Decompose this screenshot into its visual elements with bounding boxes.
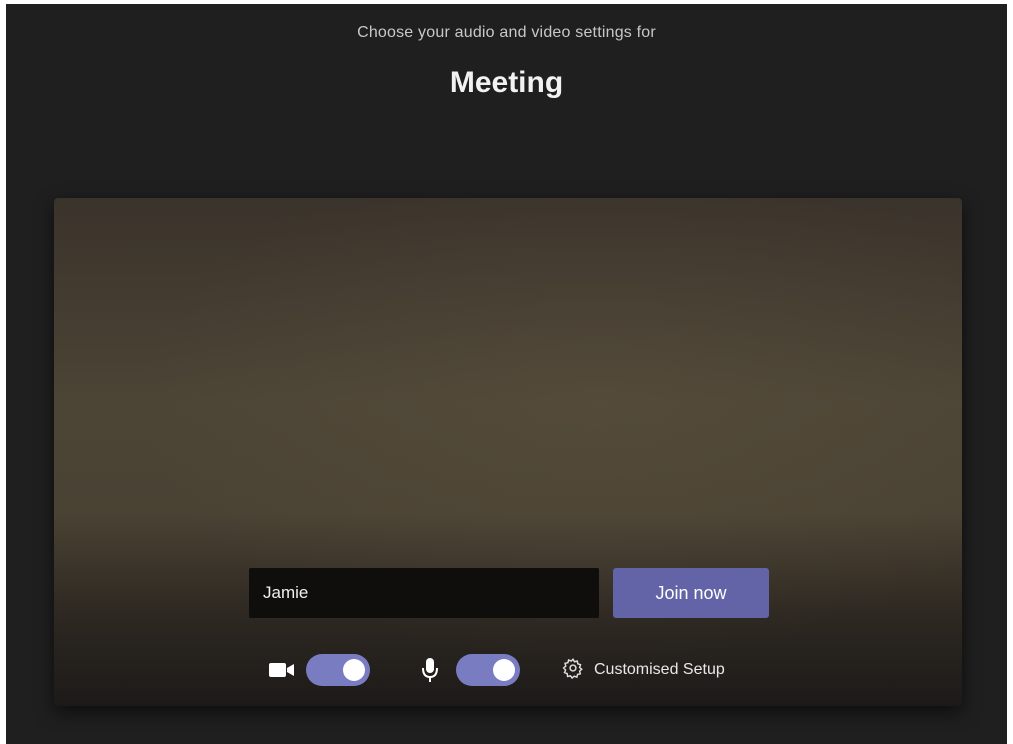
customised-setup-label: Customised Setup: [594, 661, 725, 678]
gear-icon: [562, 657, 584, 684]
device-controls: Customised Setup: [54, 650, 962, 690]
name-input[interactable]: [249, 568, 599, 618]
microphone-icon: [416, 650, 444, 690]
meeting-title: Meeting: [449, 66, 564, 99]
customised-setup-button[interactable]: Customised Setup: [562, 650, 725, 690]
camera-icon: [268, 650, 296, 690]
camera-toggle-knob: [343, 659, 365, 681]
camera-toggle[interactable]: [306, 654, 370, 686]
join-now-button[interactable]: Join now: [613, 568, 769, 618]
prejoin-subtitle: Choose your audio and video settings for: [357, 24, 656, 41]
microphone-toggle-knob: [493, 659, 515, 681]
video-preview: Join now: [54, 198, 962, 706]
microphone-toggle[interactable]: [456, 654, 520, 686]
prejoin-screen: Choose your audio and video settings for…: [6, 4, 1007, 744]
